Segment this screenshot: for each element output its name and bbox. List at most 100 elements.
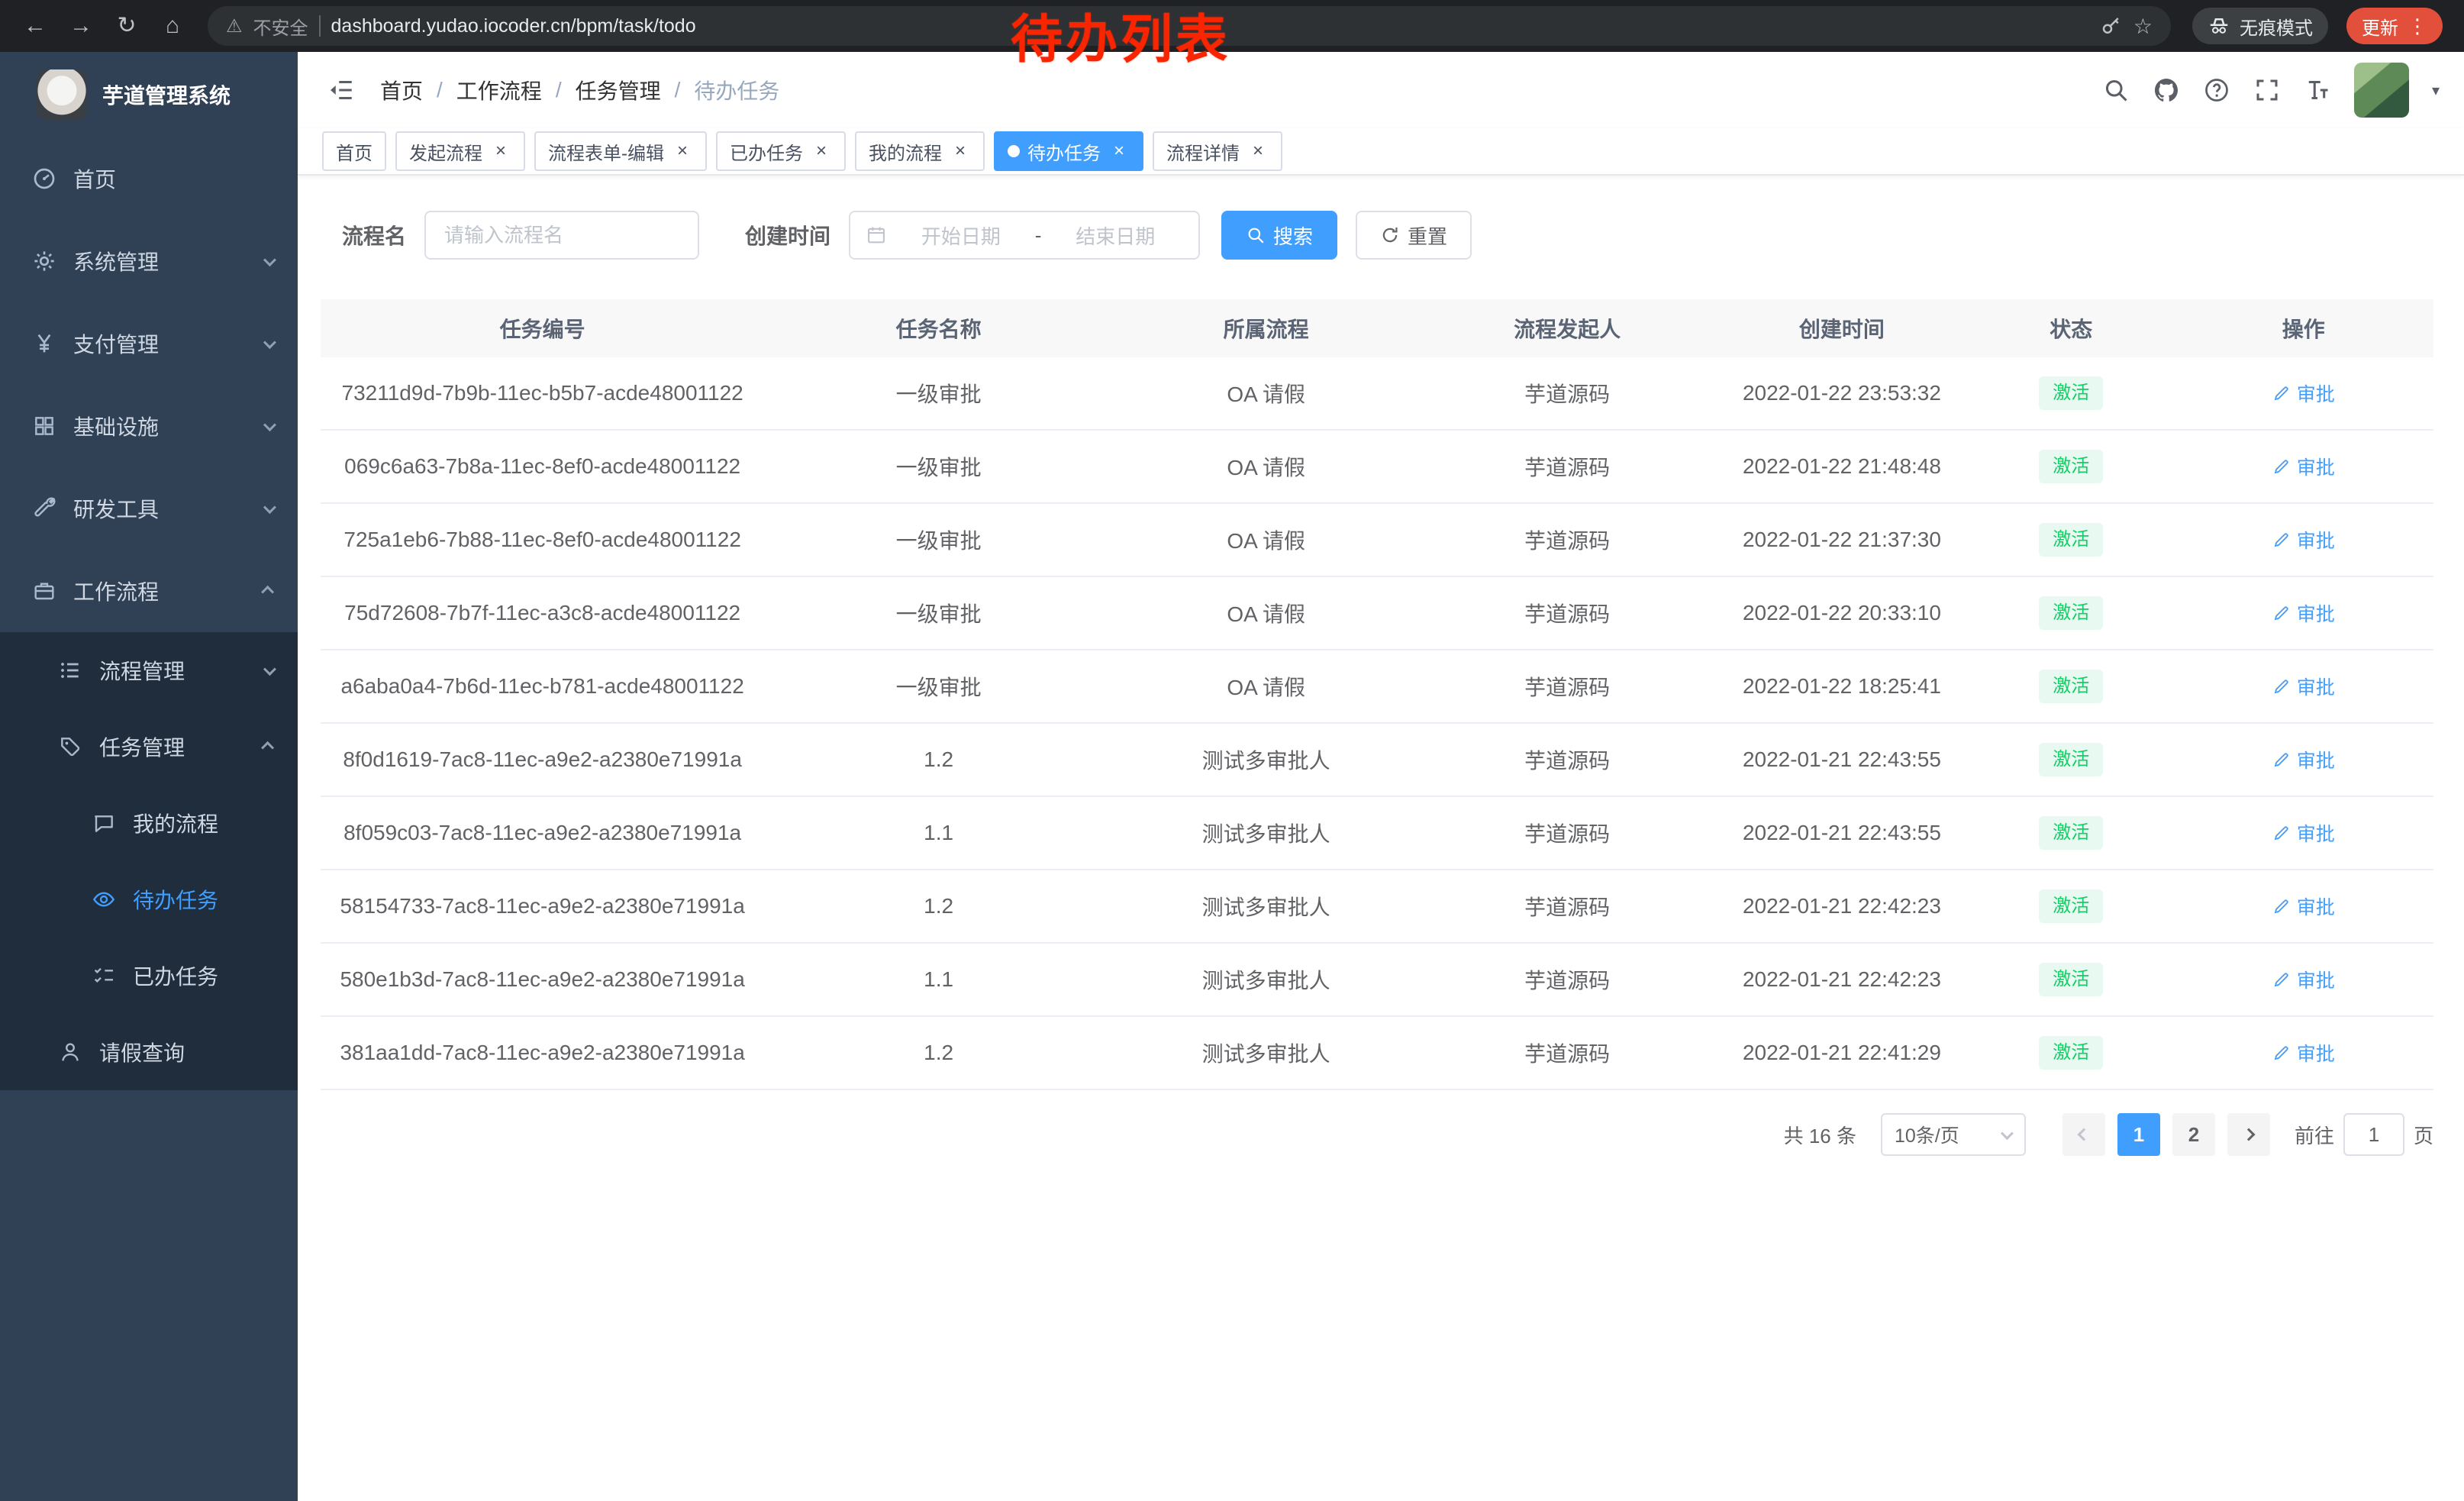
chevron-down-icon [263, 253, 276, 266]
dashboard-icon [32, 166, 56, 191]
table-body: 73211d9d-7b9b-11ec-b5b7-acde48001122 一级审… [321, 357, 2433, 1090]
sidebar-fold-icon[interactable] [328, 76, 356, 104]
close-icon[interactable]: × [1108, 140, 1130, 162]
tab-done-task[interactable]: 已办任务 × [716, 131, 846, 171]
sidebar-item-process-mgmt[interactable]: 流程管理 [0, 632, 298, 709]
chevron-up-icon [261, 586, 274, 599]
column-header: 流程发起人 [1419, 313, 1715, 344]
cell-process: 测试多审批人 [1113, 818, 1419, 848]
breadcrumb-task-mgmt[interactable]: 任务管理 [576, 75, 661, 105]
update-label: 更新 [2362, 13, 2398, 40]
process-name-label: 流程名 [342, 220, 406, 250]
close-icon[interactable]: × [490, 140, 511, 162]
page-size-select[interactable]: 10条/页 [1881, 1113, 2026, 1156]
sidebar-item-done-task[interactable]: 已办任务 [0, 938, 298, 1014]
chat-icon [92, 811, 116, 835]
sidebar-item-task-mgmt[interactable]: 任务管理 [0, 709, 298, 785]
approve-link[interactable]: 审批 [2272, 379, 2335, 407]
table-row: 725a1eb6-7b88-11ec-8ef0-acde48001122 一级审… [321, 504, 2433, 577]
tab-start-process[interactable]: 发起流程 × [395, 131, 525, 171]
breadcrumb-separator [675, 78, 681, 102]
process-name-input[interactable] [424, 211, 699, 260]
sidebar-item-workflow[interactable]: 工作流程 [0, 550, 298, 632]
cell-task-name: 1.2 [764, 894, 1113, 918]
close-icon[interactable]: × [950, 140, 971, 162]
approve-link[interactable]: 审批 [2272, 453, 2335, 480]
tab-home[interactable]: 首页 [322, 131, 386, 171]
cell-starter: 芋道源码 [1419, 671, 1715, 702]
cell-starter: 芋道源码 [1419, 525, 1715, 555]
table-row: 58154733-7ac8-11ec-a9e2-a2380e71991a 1.2… [321, 870, 2433, 944]
bookmark-star-icon[interactable]: ☆ [2133, 14, 2153, 39]
chevron-down-icon [263, 418, 276, 431]
sidebar-item-devtools[interactable]: 研发工具 [0, 467, 298, 550]
list-icon [58, 658, 82, 683]
cell-create-time: 2022-01-21 22:43:55 [1715, 821, 1969, 845]
chevron-down-icon [263, 663, 276, 676]
cell-process: OA 请假 [1113, 598, 1419, 628]
column-header: 任务名称 [764, 313, 1113, 344]
incognito-badge: 无痕模式 [2192, 8, 2328, 44]
date-range-picker[interactable]: 开始日期 - 结束日期 [849, 211, 1200, 260]
reset-button[interactable]: 重置 [1356, 211, 1472, 260]
approve-link[interactable]: 审批 [2272, 526, 2335, 554]
goto-page-input[interactable] [2343, 1113, 2404, 1156]
user-avatar[interactable] [2354, 63, 2409, 118]
tab-form-edit[interactable]: 流程表单-编辑 × [534, 131, 707, 171]
forward-icon[interactable]: → [61, 6, 101, 46]
sidebar-item-leave-query[interactable]: 请假查询 [0, 1014, 298, 1090]
reload-icon[interactable]: ↻ [107, 6, 147, 46]
close-icon[interactable]: × [1247, 140, 1269, 162]
page-button-1[interactable]: 1 [2117, 1113, 2160, 1156]
chevron-up-icon [261, 741, 274, 754]
cell-starter: 芋道源码 [1419, 598, 1715, 628]
column-header: 操作 [2174, 313, 2433, 344]
sidebar-item-system[interactable]: 系统管理 [0, 220, 298, 302]
prev-page-button[interactable] [2062, 1113, 2105, 1156]
close-icon[interactable]: × [811, 140, 832, 162]
close-icon[interactable]: × [672, 140, 693, 162]
sidebar-item-payment[interactable]: 支付管理 [0, 302, 298, 385]
github-icon[interactable] [2153, 76, 2180, 104]
approve-link[interactable]: 审批 [2272, 746, 2335, 773]
approve-link[interactable]: 审批 [2272, 966, 2335, 993]
cell-starter: 芋道源码 [1419, 451, 1715, 482]
font-size-icon[interactable] [2304, 76, 2331, 104]
address-bar[interactable]: ⚠ 不安全 dashboard.yudao.iocoder.cn/bpm/tas… [208, 6, 2171, 46]
page-button-2[interactable]: 2 [2172, 1113, 2215, 1156]
fullscreen-icon[interactable] [2253, 76, 2281, 104]
next-page-button[interactable] [2227, 1113, 2270, 1156]
breadcrumb-home[interactable]: 首页 [380, 75, 423, 105]
tab-my-process[interactable]: 我的流程 × [855, 131, 985, 171]
back-icon[interactable]: ← [15, 6, 55, 46]
search-icon[interactable] [2102, 76, 2130, 104]
approve-link[interactable]: 审批 [2272, 599, 2335, 627]
pen-icon [2272, 970, 2291, 989]
approve-link[interactable]: 审批 [2272, 673, 2335, 700]
home-icon[interactable]: ⌂ [153, 6, 192, 46]
sidebar-item-infrastructure[interactable]: 基础设施 [0, 385, 298, 467]
breadcrumb: 首页 工作流程 任务管理 待办任务 [380, 75, 779, 105]
browser-menu-icon[interactable]: ⋮ [2408, 15, 2427, 38]
approve-link[interactable]: 审批 [2272, 1039, 2335, 1067]
avatar-caret-icon[interactable]: ▾ [2432, 81, 2440, 100]
search-button[interactable]: 搜索 [1221, 211, 1337, 260]
help-icon[interactable] [2203, 76, 2230, 104]
cell-create-time: 2022-01-21 22:43:55 [1715, 747, 1969, 772]
search-icon [1246, 225, 1266, 245]
table-row: 381aa1dd-7ac8-11ec-a9e2-a2380e71991a 1.2… [321, 1017, 2433, 1090]
chevron-left-icon [2077, 1128, 2090, 1141]
sidebar-item-todo-task[interactable]: 待办任务 [0, 861, 298, 938]
key-icon[interactable] [2100, 15, 2123, 37]
tab-todo-task[interactable]: 待办任务 × [994, 131, 1143, 171]
tab-process-detail[interactable]: 流程详情 × [1153, 131, 1282, 171]
approve-link[interactable]: 审批 [2272, 819, 2335, 847]
chevron-down-icon [2001, 1127, 2014, 1140]
breadcrumb-workflow[interactable]: 工作流程 [456, 75, 542, 105]
app-title: 芋道管理系统 [102, 79, 231, 110]
sidebar-item-home[interactable]: 首页 [0, 137, 298, 220]
sidebar-item-my-process[interactable]: 我的流程 [0, 785, 298, 861]
cell-task-id: 58154733-7ac8-11ec-a9e2-a2380e71991a [321, 894, 764, 918]
approve-link[interactable]: 审批 [2272, 893, 2335, 920]
update-button[interactable]: 更新 ⋮ [2346, 8, 2443, 44]
